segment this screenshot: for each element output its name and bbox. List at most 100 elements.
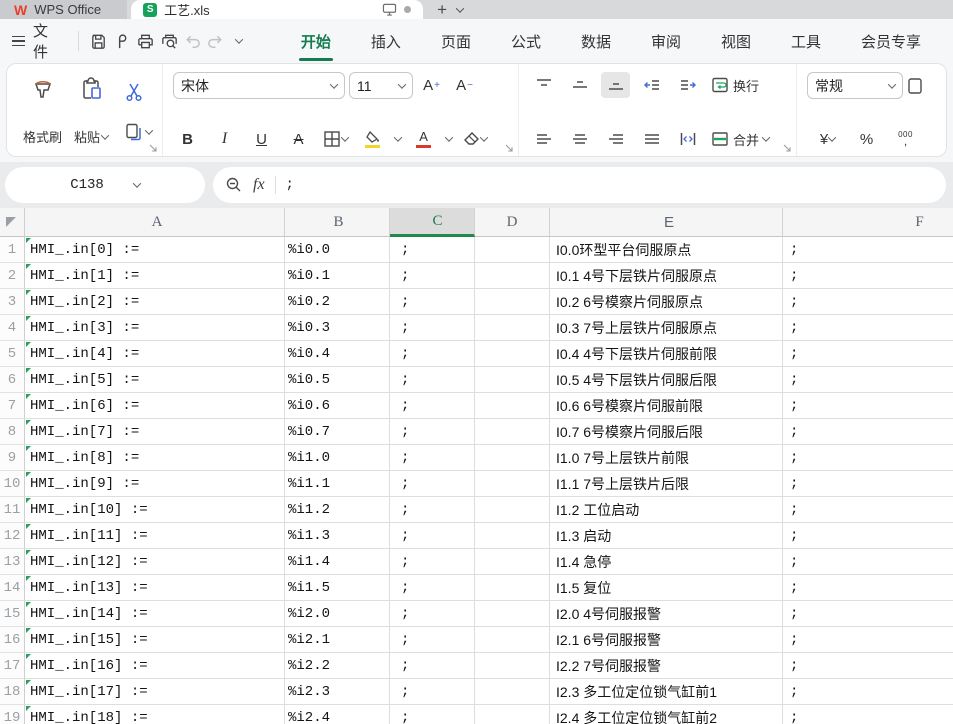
cell-A13[interactable]: HMI_.in[12] := [25,549,285,575]
cell-D9[interactable] [475,445,550,471]
row-number[interactable]: 15 [0,601,25,627]
cell-A18[interactable]: HMI_.in[17] := [25,679,285,705]
cell-A12[interactable]: HMI_.in[11] := [25,523,285,549]
justify-button[interactable] [637,126,666,152]
row-number[interactable]: 1 [0,237,25,263]
align-center-button[interactable] [565,126,594,152]
cell-F4[interactable]: ; [783,315,953,341]
cell-F14[interactable]: ; [783,575,953,601]
quick-access-chevron-icon[interactable] [228,26,251,56]
cell-F11[interactable]: ; [783,497,953,523]
cell-E18[interactable]: I2.3 多工位定位锁气缸前1 [550,679,783,705]
row-number[interactable]: 5 [0,341,25,367]
cell-B5[interactable]: %i0.4 [285,341,390,367]
menu-tab-视图[interactable]: 视图 [701,19,771,63]
cell-E6[interactable]: I0.5 4号下层铁片伺服后限 [550,367,783,393]
row-number[interactable]: 17 [0,653,25,679]
cell-B13[interactable]: %i1.4 [285,549,390,575]
cell-A11[interactable]: HMI_.in[10] := [25,497,285,523]
formula-input[interactable]: fx ; [213,167,946,203]
cell-B15[interactable]: %i2.0 [285,601,390,627]
strikethrough-button[interactable]: A [284,126,313,152]
cell-D11[interactable] [475,497,550,523]
cell-C11[interactable]: ; [390,497,475,523]
menu-tab-工具[interactable]: 工具 [771,19,841,63]
cell-D8[interactable] [475,419,550,445]
print-button[interactable] [134,26,157,56]
font-color-button[interactable]: A [409,126,438,152]
cell-E1[interactable]: I0.0环型平台伺服原点 [550,237,783,263]
cell-E16[interactable]: I2.1 6号伺服报警 [550,627,783,653]
cell-C3[interactable]: ; [390,289,475,315]
row-number[interactable]: 16 [0,627,25,653]
cell-E3[interactable]: I0.2 6号模察片伺服原点 [550,289,783,315]
cell-C18[interactable]: ; [390,679,475,705]
row-number[interactable]: 10 [0,471,25,497]
cell-C1[interactable]: ; [390,237,475,263]
insert-function-icon[interactable]: fx [253,176,265,194]
fill-color-chevron-icon[interactable] [394,133,402,141]
monitor-icon[interactable] [382,3,397,16]
cell-E15[interactable]: I2.0 4号伺服报警 [550,601,783,627]
cell-A6[interactable]: HMI_.in[5] := [25,367,285,393]
thousands-format-button[interactable]: 000, [891,126,920,152]
cell-D14[interactable] [475,575,550,601]
row-number[interactable]: 8 [0,419,25,445]
cell-A15[interactable]: HMI_.in[14] := [25,601,285,627]
increase-indent-button[interactable] [673,72,702,98]
cell-F5[interactable]: ; [783,341,953,367]
menu-tab-插入[interactable]: 插入 [351,19,421,63]
cell-A14[interactable]: HMI_.in[13] := [25,575,285,601]
cell-D1[interactable] [475,237,550,263]
cell-A7[interactable]: HMI_.in[6] := [25,393,285,419]
percent-format-button[interactable]: % [852,126,881,152]
menu-tab-会员专享[interactable]: 会员专享 [841,19,941,63]
cell-D17[interactable] [475,653,550,679]
cell-B1[interactable]: %i0.0 [285,237,390,263]
merge-cells-button[interactable]: 合并 [709,126,771,152]
file-menu-button[interactable]: 文件 [33,20,56,62]
cell-D18[interactable] [475,679,550,705]
cell-E9[interactable]: I1.0 7号上层铁片前限 [550,445,783,471]
cell-B12[interactable]: %i1.3 [285,523,390,549]
cell-B7[interactable]: %i0.6 [285,393,390,419]
column-header-F[interactable]: F [783,208,953,237]
cell-E5[interactable]: I0.4 4号下层铁片伺服前限 [550,341,783,367]
cell-C5[interactable]: ; [390,341,475,367]
search-icon[interactable] [225,176,243,194]
row-number[interactable]: 6 [0,367,25,393]
cell-C6[interactable]: ; [390,367,475,393]
increase-font-button[interactable]: A+ [417,73,446,99]
cell-B8[interactable]: %i0.7 [285,419,390,445]
cell-C2[interactable]: ; [390,263,475,289]
select-all-corner[interactable] [0,208,25,237]
row-number[interactable]: 18 [0,679,25,705]
row-number[interactable]: 12 [0,523,25,549]
cell-F16[interactable]: ; [783,627,953,653]
cell-B3[interactable]: %i0.2 [285,289,390,315]
align-bottom-button[interactable] [601,72,630,98]
cell-D5[interactable] [475,341,550,367]
tab-list-chevron-icon[interactable] [456,4,464,12]
cell-F7[interactable]: ; [783,393,953,419]
cell-C13[interactable]: ; [390,549,475,575]
redo-icon[interactable] [204,26,227,56]
cell-C4[interactable]: ; [390,315,475,341]
cell-C15[interactable]: ; [390,601,475,627]
font-color-chevron-icon[interactable] [445,133,453,141]
clipboard-dialog-launcher-icon[interactable] [149,144,158,153]
fill-color-button[interactable] [358,126,387,152]
name-box[interactable]: C138 [5,167,205,203]
row-number[interactable]: 11 [0,497,25,523]
font-family-select[interactable]: 宋体 [173,72,345,99]
format-painter-button[interactable]: 格式刷 [17,72,68,152]
cell-C17[interactable]: ; [390,653,475,679]
cell-A17[interactable]: HMI_.in[16] := [25,653,285,679]
cell-B16[interactable]: %i2.1 [285,627,390,653]
italic-button[interactable]: I [210,126,239,152]
cell-E17[interactable]: I2.2 7号伺服报警 [550,653,783,679]
cell-E13[interactable]: I1.4 急停 [550,549,783,575]
cell-C9[interactable]: ; [390,445,475,471]
column-header-B[interactable]: B [285,208,390,237]
alignment-dialog-launcher-icon[interactable] [783,144,792,153]
